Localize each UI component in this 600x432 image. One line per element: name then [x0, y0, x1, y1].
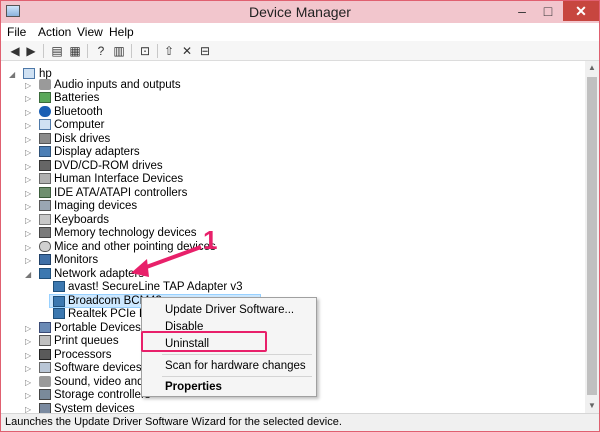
device-manager-window: Device Manager – □ ✕ File Action View He…: [0, 0, 600, 432]
callout-arrow-icon: [131, 245, 202, 277]
callout-number: 1: [203, 225, 218, 255]
status-bar: Launches the Update Driver Software Wiza…: [1, 413, 599, 431]
